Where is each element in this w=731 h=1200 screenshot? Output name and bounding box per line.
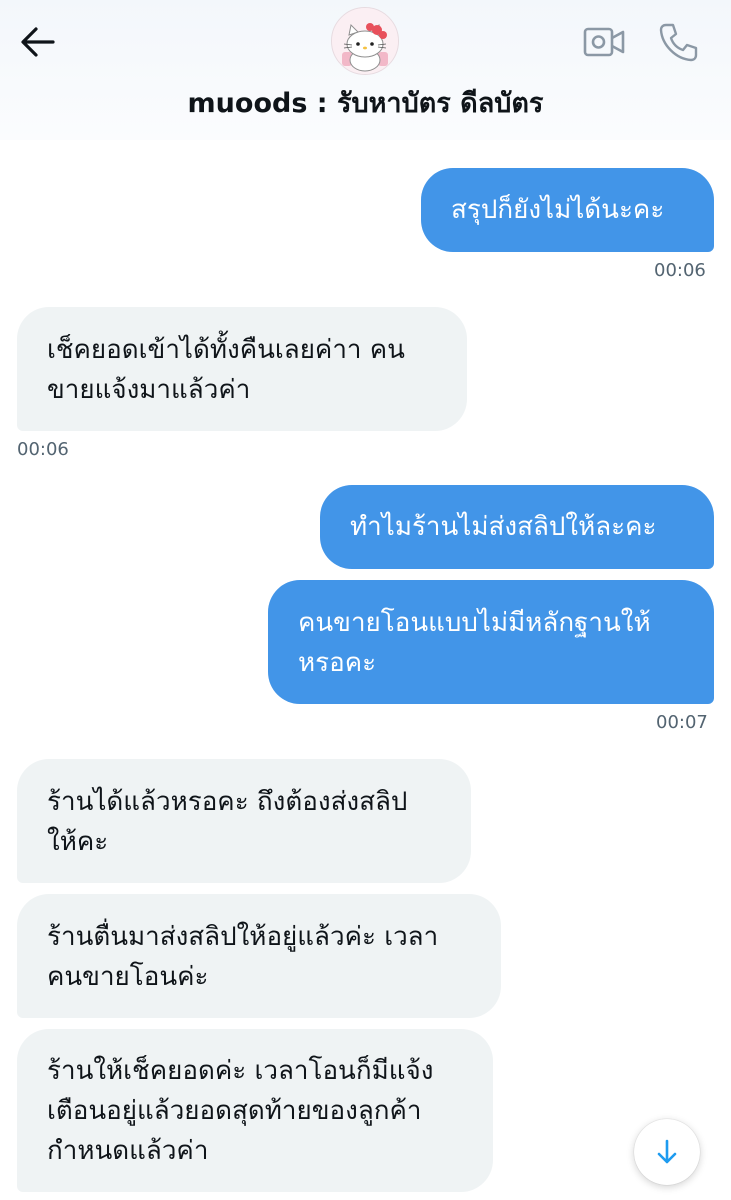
message-bubble-outgoing[interactable]: ทำไมร้านไม่ส่งสลิปให้ละคะ [320, 485, 714, 569]
message-text: ร้านตื่นมาส่งสลิปให้อยู่แล้วค่ะ เวลา [47, 922, 439, 952]
avatar[interactable] [331, 7, 399, 75]
video-camera-icon [583, 27, 625, 57]
message-text: คนขายโอนแบบไม่มีหลักฐานให้ [298, 608, 651, 638]
back-button[interactable] [18, 22, 58, 62]
voice-call-button[interactable] [656, 20, 700, 64]
arrow-down-icon [657, 1139, 677, 1164]
contact-name[interactable]: muoods : รับหาบัตร ดีลบัตร [0, 84, 731, 124]
message-text: เตือนอยู่แล้วยอดสุดท้ายของลูกค้า [47, 1096, 422, 1126]
message-text: ร้านให้เช็คยอดค่ะ เวลาโอนก็มีแจ้ง [47, 1056, 434, 1086]
message-text: ขายแจ้งมาแล้วค่า [47, 375, 251, 405]
message-text: กำหนดแล้วค่า [47, 1136, 209, 1166]
message-text: เช็คยอดเข้าได้ทั้งคืนเลยค่าา คน [47, 335, 405, 365]
arrow-left-icon [21, 27, 55, 57]
message-bubble-outgoing[interactable]: สรุปก็ยังไม่ได้นะคะ [421, 168, 714, 252]
message-bubble-incoming[interactable]: เช็คยอดเข้าได้ทั้งคืนเลยค่าา คน ขายแจ้งม… [17, 307, 467, 431]
message-text: สรุปก็ยังไม่ได้นะคะ [451, 195, 665, 225]
message-timestamp: 00:07 [656, 712, 708, 733]
message-text: หรอคะ [298, 648, 377, 678]
message-text: ทำไมร้านไม่ส่งสลิปให้ละคะ [350, 512, 657, 542]
message-timestamp: 00:06 [17, 439, 69, 460]
message-bubble-incoming[interactable]: ร้านให้เช็คยอดค่ะ เวลาโอนก็มีแจ้ง เตือนอ… [17, 1029, 493, 1192]
message-text: ให้คะ [47, 827, 109, 857]
phone-icon [659, 23, 698, 62]
video-call-button[interactable] [582, 24, 626, 60]
message-text: ร้านได้แล้วหรอคะ ถึงต้องส่งสลิป [47, 787, 408, 817]
hello-kitty-avatar [332, 8, 398, 74]
message-bubble-outgoing[interactable]: คนขายโอนแบบไม่มีหลักฐานให้ หรอคะ [268, 580, 714, 704]
message-timestamp: 00:06 [654, 260, 706, 281]
message-bubble-incoming[interactable]: ร้านได้แล้วหรอคะ ถึงต้องส่งสลิป ให้คะ [17, 759, 471, 883]
message-bubble-incoming[interactable]: ร้านตื่นมาส่งสลิปให้อยู่แล้วค่ะ เวลา คนข… [17, 894, 501, 1018]
message-text: คนขายโอนค่ะ [47, 962, 209, 992]
conversation-header: muoods : รับหาบัตร ดีลบัตร [0, 0, 731, 140]
scroll-to-bottom-button[interactable] [634, 1119, 700, 1185]
